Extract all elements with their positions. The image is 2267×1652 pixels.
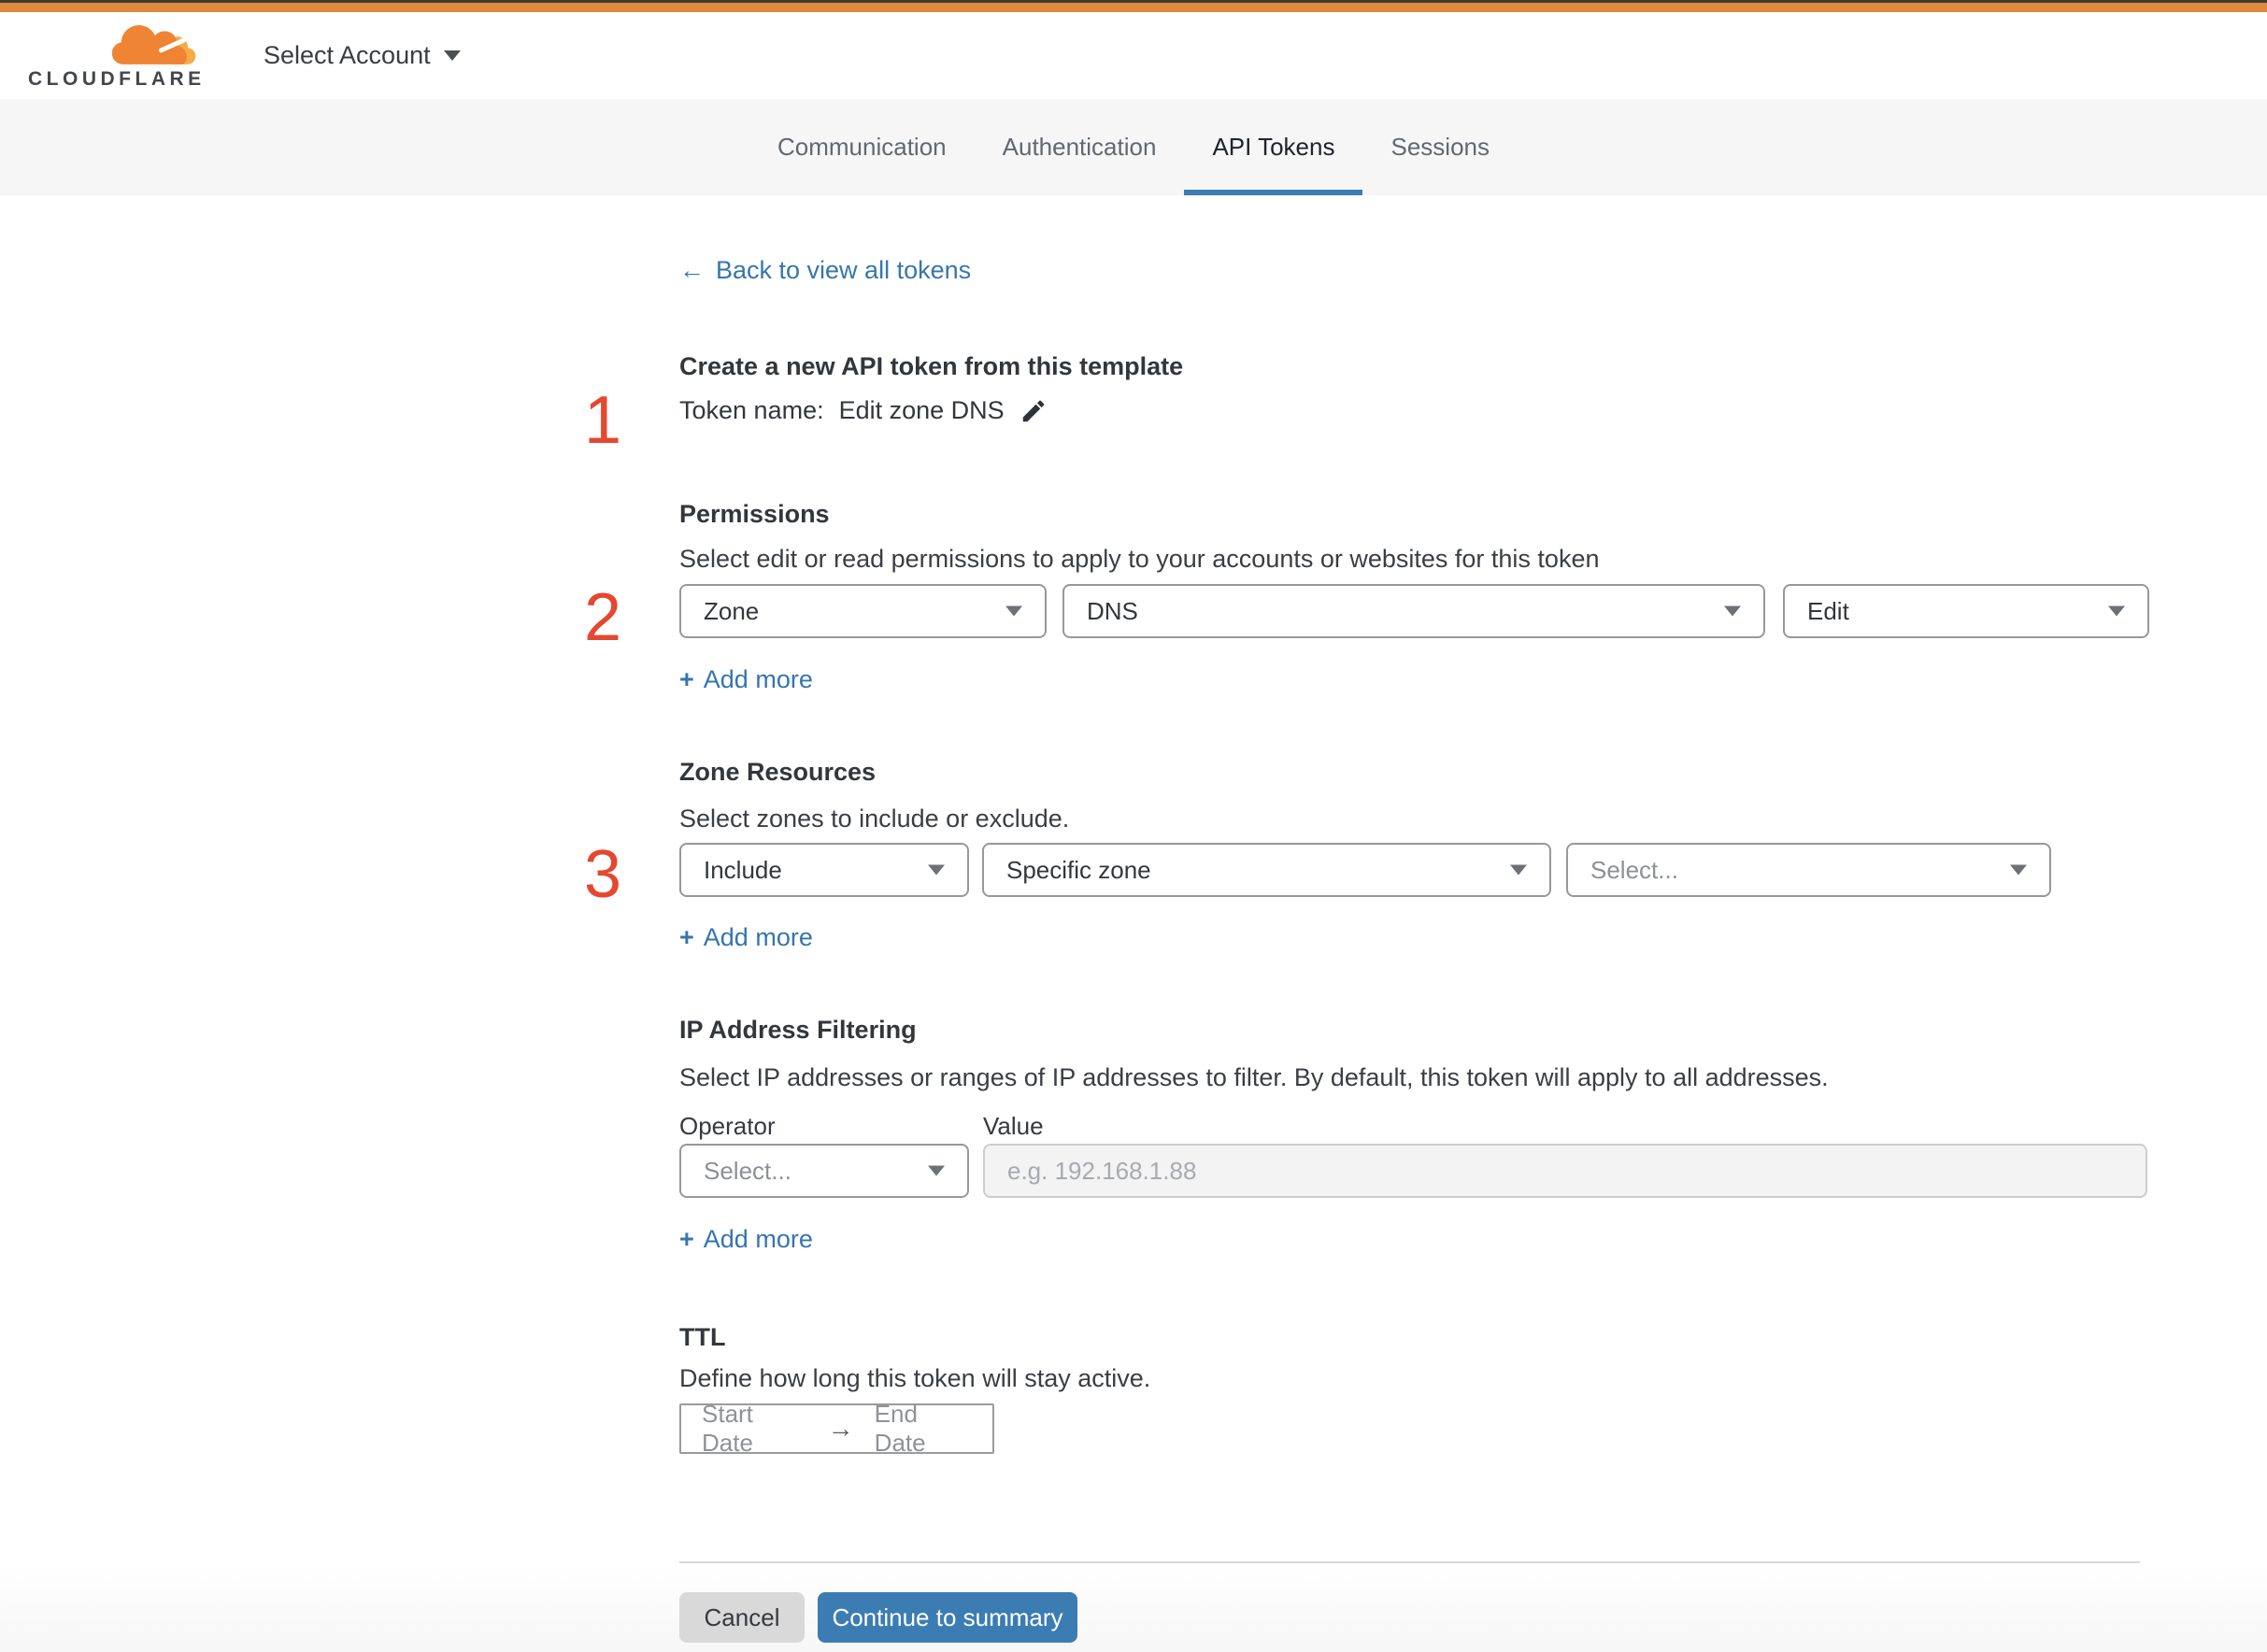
footer-divider [679, 1561, 2140, 1563]
zone-picker-select[interactable]: Select... [1566, 843, 2051, 897]
cloudflare-wordmark: CLOUDFLARE [28, 67, 206, 90]
edit-pencil-icon[interactable] [1019, 397, 1048, 425]
plus-icon: + [679, 665, 694, 693]
chevron-down-icon [2010, 864, 2027, 876]
chevron-down-icon [1005, 605, 1022, 617]
chevron-down-icon [2108, 605, 2125, 617]
token-name-prefix: Token name: [679, 396, 824, 424]
permissions-add-more-link[interactable]: + Add more [679, 665, 813, 694]
permission-resource-select[interactable]: DNS [1062, 584, 1765, 638]
permission-access-select[interactable]: Edit [1783, 584, 2149, 638]
zone-type-select[interactable]: Specific zone [982, 843, 1551, 897]
tab-sessions[interactable]: Sessions [1362, 99, 1518, 195]
cloudflare-logo: CLOUDFLARE [28, 21, 211, 91]
step-number-3: 3 [583, 837, 622, 912]
ip-operator-select[interactable]: Select... [679, 1144, 969, 1198]
chevron-down-icon [928, 1165, 945, 1176]
end-date-placeholder: End Date [874, 1400, 926, 1457]
step-number-2: 2 [583, 580, 622, 655]
chevron-down-icon [1510, 864, 1527, 876]
permissions-description: Select edit or read permissions to apply… [679, 545, 1600, 573]
value-label: Value [983, 1112, 1044, 1140]
cloudflare-cloud-icon [111, 24, 196, 64]
permissions-title: Permissions [679, 500, 830, 528]
zone-resources-title: Zone Resources [679, 758, 877, 786]
zone-resources-add-more-link[interactable]: + Add more [679, 923, 813, 952]
plus-icon: + [679, 923, 694, 951]
zone-mode-select[interactable]: Include [679, 843, 969, 897]
token-name-row: Token name: Edit zone DNS [679, 396, 1048, 425]
ip-filtering-add-more-link[interactable]: + Add more [679, 1225, 813, 1254]
chevron-down-icon [443, 50, 461, 61]
cancel-button[interactable]: Cancel [679, 1592, 805, 1643]
back-link-label: Back to view all tokens [716, 256, 972, 284]
footer-background [0, 1563, 2267, 1652]
start-date-placeholder: Start Date [702, 1400, 753, 1457]
account-selector-label: Select Account [264, 41, 431, 69]
ip-filtering-description: Select IP addresses or ranges of IP addr… [679, 1063, 1829, 1091]
step-number-1: 1 [583, 383, 622, 458]
ttl-date-range-field[interactable]: Start Date → End Date [679, 1400, 994, 1457]
permission-scope-select[interactable]: Zone [679, 584, 1047, 638]
plus-icon: + [679, 1225, 694, 1253]
ttl-description: Define how long this token will stay act… [679, 1364, 1151, 1392]
brand-top-bar [0, 0, 2267, 12]
footer-buttons: Cancel Continue to summary [679, 1592, 1077, 1643]
back-arrow-icon: ← [679, 256, 705, 284]
account-selector[interactable]: Select Account [264, 41, 461, 70]
header: CLOUDFLARE Select Account [0, 12, 2267, 99]
operator-label: Operator [679, 1112, 776, 1140]
zone-resources-description: Select zones to include or exclude. [679, 805, 1070, 833]
ip-filtering-title: IP Address Filtering [679, 1016, 917, 1044]
tab-authentication[interactable]: Authentication [975, 99, 1185, 195]
chevron-down-icon [1724, 605, 1741, 617]
continue-to-summary-button[interactable]: Continue to summary [818, 1592, 1077, 1643]
tab-communication[interactable]: Communication [749, 99, 975, 195]
tab-api-tokens[interactable]: API Tokens [1184, 99, 1363, 195]
ttl-title: TTL [679, 1323, 726, 1351]
right-arrow-icon: → [827, 1414, 854, 1443]
page-title: Create a new API token from this templat… [679, 352, 1184, 380]
chevron-down-icon [928, 864, 945, 876]
token-name-value: Edit zone DNS [838, 396, 1005, 424]
back-to-tokens-link[interactable]: ← Back to view all tokens [679, 256, 971, 285]
tab-bar: Communication Authentication API Tokens … [0, 99, 2267, 195]
ip-value-input[interactable] [983, 1144, 2147, 1198]
